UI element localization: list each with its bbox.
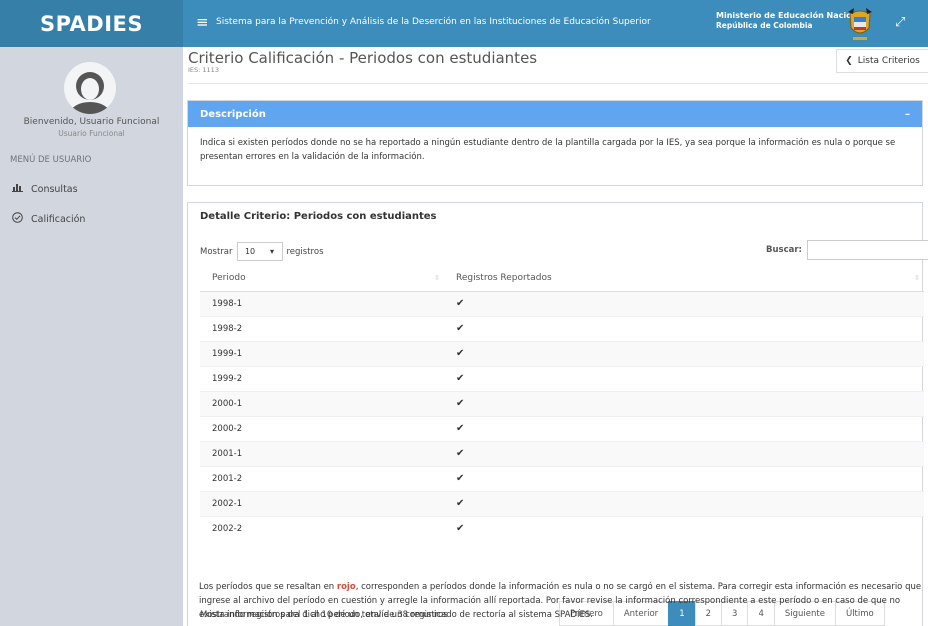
table-row: 1998-1 ✔ bbox=[200, 290, 924, 316]
detail-panel: Detalle Criterio: Periodos con estudiant… bbox=[187, 202, 928, 626]
search-label: Buscar: bbox=[766, 245, 802, 255]
page-length-control: Mostrar 10 ▾ registros bbox=[200, 242, 324, 261]
check-icon: ✔ bbox=[456, 473, 465, 484]
description-title: Descripción bbox=[200, 108, 266, 120]
description-text: Indica si existen períodos donde no se h… bbox=[200, 138, 896, 162]
top-navbar: SPADIES ≡ Sistema para la Prevención y A… bbox=[0, 0, 928, 47]
collapse-icon[interactable]: – bbox=[905, 109, 910, 120]
table-row: 1998-2 ✔ bbox=[200, 315, 924, 341]
check-icon: ✔ bbox=[456, 523, 465, 535]
table-row: 2001-1 ✔ bbox=[200, 440, 924, 466]
check-circle-icon bbox=[10, 212, 24, 226]
show-label: Mostrar bbox=[200, 246, 233, 257]
detail-title: Detalle Criterio: Periodos con estudiant… bbox=[200, 211, 437, 222]
coat-of-arms-icon bbox=[848, 8, 872, 40]
page-subtitle: IES: 1113 bbox=[188, 66, 219, 74]
divider bbox=[188, 83, 928, 84]
hamburger-icon[interactable]: ≡ bbox=[196, 14, 209, 30]
back-button-label: Lista Criterios bbox=[857, 56, 920, 66]
check-icon: ✔ bbox=[456, 398, 465, 409]
table-row: 2000-1 ✔ bbox=[200, 390, 924, 416]
chevron-down-icon: ▾ bbox=[270, 247, 275, 256]
records-label: registros bbox=[286, 246, 324, 257]
search-control: Buscar: bbox=[766, 240, 928, 260]
check-icon: ✔ bbox=[456, 323, 465, 334]
table-row: 2001-2 ✔ bbox=[200, 465, 924, 491]
page-length-value: 10 bbox=[244, 247, 256, 256]
app-logo[interactable]: SPADIES bbox=[0, 0, 183, 47]
description-panel: Descripción – Indica si existen períodos… bbox=[187, 100, 923, 186]
check-icon: ✔ bbox=[456, 448, 465, 459]
footer-note: Los períodos que se resaltan en rojo, co… bbox=[199, 582, 922, 620]
bar-chart-icon bbox=[10, 183, 24, 195]
check-icon: ✔ bbox=[456, 373, 465, 384]
table-row: 2000-2 ✔ bbox=[200, 415, 924, 441]
table-row: 1999-1 ✔ bbox=[200, 340, 924, 366]
sidebar: Bienvenido, Usuario Funcional Usuario Fu… bbox=[0, 47, 183, 626]
sidebar-item-label: Consultas bbox=[31, 183, 78, 195]
expand-icon[interactable]: ⤢ bbox=[895, 15, 905, 30]
check-icon: ✔ bbox=[456, 423, 465, 434]
page-title: Criterio Calificación - Periodos con est… bbox=[188, 49, 538, 67]
sort-icon: ⇳ bbox=[434, 274, 440, 282]
column-header-periodo[interactable]: Periodo ⇳ bbox=[200, 266, 444, 292]
sort-icon: ⇳ bbox=[914, 274, 920, 282]
table-row: 1999-2 ✔ bbox=[200, 365, 924, 391]
table-row: 2002-1 ✔ bbox=[200, 490, 924, 516]
search-input[interactable] bbox=[806, 240, 928, 260]
sidebar-item-label: Calificación bbox=[31, 213, 86, 225]
main-content: Criterio Calificación - Periodos con est… bbox=[183, 47, 928, 626]
check-icon: ✔ bbox=[456, 348, 465, 359]
table-row: 2002-2 ✔ bbox=[200, 515, 924, 541]
page-length-select[interactable]: 10 ▾ bbox=[236, 242, 283, 261]
menu-header: MENÚ DE USUARIO bbox=[10, 155, 92, 165]
check-icon: ✔ bbox=[456, 498, 465, 509]
description-header: Descripción – bbox=[188, 101, 922, 127]
column-header-registros[interactable]: Registros Reportados ⇳ bbox=[444, 266, 924, 292]
system-title: Sistema para la Prevención y Análisis de… bbox=[216, 17, 651, 27]
check-icon: ✔ bbox=[456, 298, 465, 309]
user-welcome: Bienvenido, Usuario Funcional bbox=[23, 117, 160, 127]
red-highlight: rojo bbox=[336, 582, 356, 592]
avatar bbox=[64, 62, 116, 114]
back-to-criteria-button[interactable]: ❮ Lista Criterios bbox=[836, 49, 928, 73]
user-role: Usuario Funcional bbox=[58, 129, 125, 138]
periods-table: Periodo ⇳ Registros Reportados ⇳ 1998-1 ✔… bbox=[200, 266, 924, 541]
user-avatar-icon bbox=[70, 72, 110, 114]
chevron-left-icon: ❮ bbox=[845, 56, 853, 66]
sidebar-item-consultas[interactable]: Consultas bbox=[10, 183, 78, 195]
sidebar-item-calificacion[interactable]: Calificación bbox=[10, 212, 85, 226]
